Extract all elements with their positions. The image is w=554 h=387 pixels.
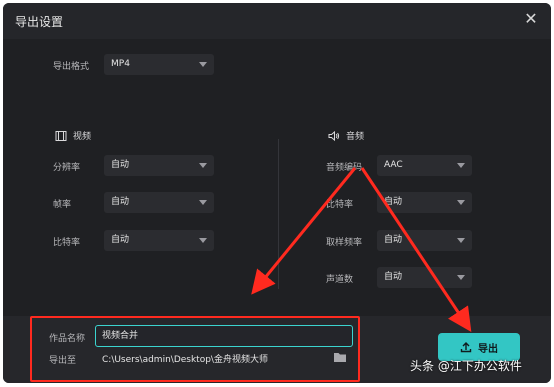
folder-icon[interactable] (333, 350, 347, 364)
framerate-select[interactable]: 自动 (104, 192, 214, 213)
export-button-label: 导出 (478, 343, 498, 355)
film-icon (55, 130, 67, 141)
project-name-value: 视频合并 (102, 331, 139, 341)
channels-label: 声道数 (326, 275, 354, 285)
format-select[interactable]: MP4 (104, 54, 214, 75)
chevron-down-icon (457, 200, 465, 205)
framerate-value: 自动 (111, 197, 130, 207)
video-bitrate-select[interactable]: 自动 (104, 230, 214, 251)
export-path-label: 导出至 (49, 356, 77, 366)
close-icon[interactable]: ✕ (523, 11, 539, 27)
video-bitrate-value: 自动 (111, 235, 130, 245)
project-name-label: 作品名称 (49, 334, 86, 344)
chevron-down-icon (457, 238, 465, 243)
chevron-down-icon (199, 200, 207, 205)
upload-icon (460, 342, 472, 353)
audio-bitrate-select[interactable]: 自动 (377, 192, 472, 213)
video-section-label: 视频 (73, 132, 92, 142)
chevron-down-icon (199, 62, 207, 67)
audio-section-header: 音频 (328, 129, 364, 142)
watermark-text: 头条 @江下办公软件 (410, 359, 522, 373)
column-divider (278, 139, 279, 289)
resolution-value: 自动 (111, 160, 130, 170)
samplerate-label: 取样频率 (326, 238, 363, 248)
audio-section-label: 音频 (346, 132, 365, 142)
dialog-title: 导出设置 (15, 15, 64, 29)
samplerate-select[interactable]: 自动 (377, 230, 472, 251)
dialog-titlebar: 导出设置 ✕ (3, 3, 551, 39)
samplerate-value: 自动 (384, 235, 403, 245)
speaker-icon (328, 130, 340, 141)
format-label: 导出格式 (53, 62, 90, 72)
audio-codec-label: 音频编码 (326, 163, 363, 173)
chevron-down-icon (457, 163, 465, 168)
audio-bitrate-label: 比特率 (326, 200, 354, 210)
chevron-down-icon (457, 275, 465, 280)
audio-codec-value: AAC (384, 160, 403, 170)
chevron-down-icon (199, 238, 207, 243)
format-value: MP4 (111, 59, 130, 69)
video-section-header: 视频 (55, 129, 91, 142)
resolution-select[interactable]: 自动 (104, 155, 214, 176)
channels-select[interactable]: 自动 (377, 267, 472, 288)
framerate-label: 帧率 (53, 200, 72, 210)
audio-bitrate-value: 自动 (384, 197, 403, 207)
audio-codec-select[interactable]: AAC (377, 155, 472, 176)
export-path-value: C:\Users\admin\Desktop\金舟视频大师 (102, 355, 268, 365)
channels-value: 自动 (384, 272, 403, 282)
chevron-down-icon (199, 163, 207, 168)
project-name-input[interactable]: 视频合并 (95, 325, 353, 347)
video-bitrate-label: 比特率 (53, 238, 81, 248)
resolution-label: 分辨率 (53, 163, 81, 173)
